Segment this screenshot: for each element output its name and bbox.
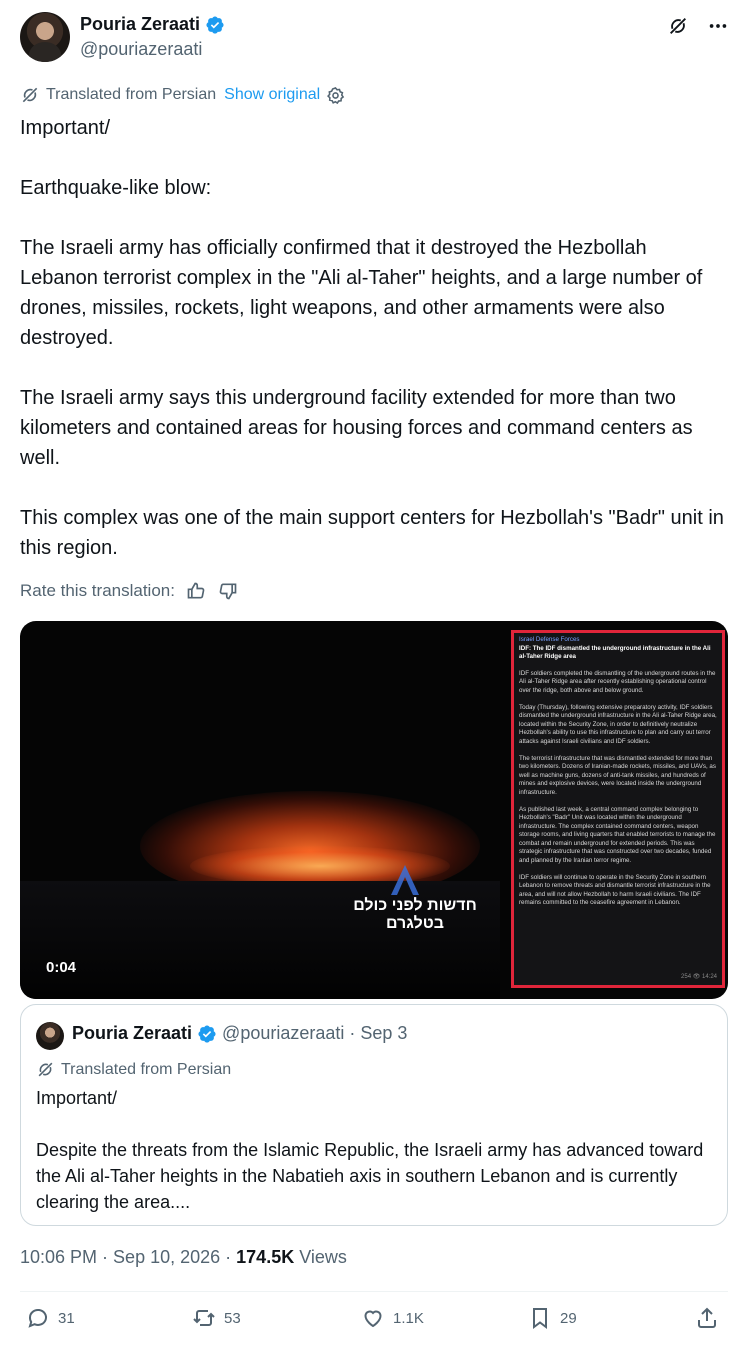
video-player[interactable]: חדשות לפני כולם בטלגרם 0:04 Israel Defen… [20,621,728,999]
thumbs-down-icon[interactable] [217,580,239,602]
quoted-translated-label: Translated from Persian [61,1060,232,1078]
quoted-text: Important/ Despite the threats from the … [36,1085,716,1215]
bookmark-icon [533,1308,547,1329]
post-meta: 10:06 PM · Sep 10, 2026 · 174.5K Views [20,1247,347,1268]
idf-statement-screenshot: Israel Defense Forces IDF: The IDF disma… [511,630,725,988]
video-duration: 0:04 [46,959,77,976]
bookmark-button[interactable]: 29 [528,1306,577,1330]
like-icon [364,1310,382,1328]
quoted-date: Sep 3 [360,1023,408,1043]
post-date[interactable]: Sep 10, 2026 [113,1247,220,1268]
bookmark-count: 29 [560,1309,577,1327]
quoted-header: Pouria Zeraati @pouriazeraati · Sep 3 [72,1023,407,1044]
translate-icon [38,1062,53,1077]
statement-paragraph: IDF soldiers will continue to operate in… [519,873,711,907]
thumbs-up-icon[interactable] [185,580,207,602]
show-original-link[interactable]: Show original [224,86,320,104]
post-paragraph: Earthquake-like blow: [20,177,212,199]
share-icon [698,1307,716,1328]
post-body: Important/ Earthquake-like blow: The Isr… [20,113,725,563]
author-handle[interactable]: @pouriazeraati [80,39,202,60]
statement-title: IDF: The IDF dismantled the underground … [519,644,711,661]
views-count: 174.5K [236,1247,295,1267]
translation-notice: Translated from Persian Show original [20,85,345,105]
more-icon[interactable] [706,14,730,38]
grok-icon[interactable] [666,14,690,38]
quoted-translation-notice: Translated from Persian [36,1060,231,1079]
quoted-separator: · [349,1023,356,1043]
repost-button[interactable]: 53 [192,1306,241,1330]
rate-label: Rate this translation: [20,581,175,600]
post-paragraph: The Israeli army says this underground f… [20,387,693,469]
settings-icon[interactable] [326,86,345,105]
translate-icon [22,87,38,103]
divider [20,1291,728,1292]
quoted-author-handle: @pouriazeraati [222,1023,345,1043]
quoted-line: Despite the threats from the Islamic Rep… [36,1140,704,1212]
quoted-author-avatar [36,1022,64,1050]
post-header: Pouria Zeraati @pouriazeraati [20,12,730,64]
statement-paragraph: IDF soldiers completed the dismantling o… [519,669,716,694]
quoted-post[interactable]: Pouria Zeraati @pouriazeraati · Sep 3 Tr… [20,1004,728,1226]
statement-source: Israel Defense Forces [519,636,580,643]
post-paragraph: This complex was one of the main support… [20,507,724,559]
author-name[interactable]: Pouria Zeraati [80,14,200,35]
reply-button[interactable]: 31 [26,1306,75,1330]
quoted-line: Important/ [36,1088,118,1108]
verified-badge-icon [198,1024,216,1043]
reply-icon [28,1309,47,1328]
post-time[interactable]: 10:06 PM [20,1247,97,1268]
like-button[interactable]: 1.1K [361,1306,424,1330]
repost-icon [193,1310,215,1326]
author-name-row: Pouria Zeraati [80,14,225,35]
video-watermark: חדשות לפני כולם בטלגרם [353,897,477,932]
telegram-logo-icon [391,865,419,895]
rate-translation: Rate this translation: [20,580,239,602]
quoted-author-name: Pouria Zeraati [72,1023,193,1043]
statement-paragraph: Today (Thursday), following extensive pr… [519,703,717,745]
share-button[interactable] [695,1306,719,1330]
views-label: Views [299,1247,347,1267]
action-bar: 31 53 1.1K 29 [20,1306,725,1338]
repost-count: 53 [224,1309,241,1327]
post-paragraph: The Israeli army has officially confirme… [20,237,703,349]
like-count: 1.1K [393,1309,424,1327]
statement-paragraph: As published last week, a central comman… [519,805,716,865]
statement-paragraph: The terrorist infrastructure that was di… [519,754,716,796]
statement-meta: 254 👁 14:24 [681,974,717,981]
reply-count: 31 [58,1309,75,1327]
translated-label: Translated from Persian [46,86,217,103]
author-avatar[interactable] [20,12,70,62]
post-paragraph: Important/ [20,117,111,139]
verified-badge-icon [206,15,224,34]
